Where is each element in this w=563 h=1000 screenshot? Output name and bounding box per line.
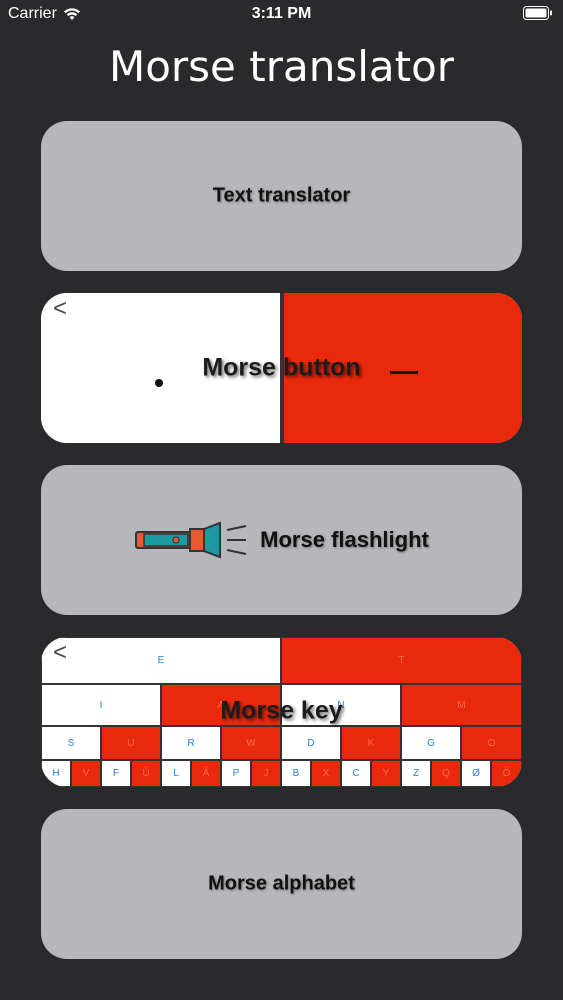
morse-button-button[interactable]: < Morse button: [41, 293, 522, 443]
key-cell: V: [71, 760, 101, 787]
page-title: Morse translator: [108, 42, 455, 91]
key-cell: Q: [431, 760, 461, 787]
morse-key-label: Morse key: [220, 696, 343, 724]
key-cell: C: [341, 760, 371, 787]
key-cell: B: [281, 760, 311, 787]
key-cell: J: [251, 760, 281, 787]
key-cell: Z: [401, 760, 431, 787]
key-cell: K: [341, 726, 401, 760]
morse-key-row-3: S U R W D K G O: [41, 726, 522, 760]
key-cell: Ü: [131, 760, 161, 787]
morse-key-button[interactable]: E T I A N M S U R W D K G O H V F Ü L Ä …: [41, 637, 522, 787]
key-cell: O: [461, 726, 522, 760]
morse-flashlight-label: Morse flashlight: [260, 527, 429, 552]
key-cell: G: [401, 726, 461, 760]
morse-key-row-1: E T: [41, 637, 522, 684]
back-chevron-icon: <: [53, 639, 68, 666]
key-cell: T: [281, 637, 522, 684]
key-cell: Ä: [191, 760, 221, 787]
key-cell: P: [221, 760, 251, 787]
morse-flashlight-button[interactable]: Morse flashlight: [41, 465, 522, 615]
morse-alphabet-label: Morse alphabet: [208, 872, 355, 895]
morse-alphabet-button[interactable]: Morse alphabet: [41, 809, 522, 959]
key-cell: U: [101, 726, 161, 760]
battery-icon: [523, 6, 553, 25]
key-cell: Ø: [461, 760, 491, 787]
text-translator-button[interactable]: Text translator: [41, 121, 522, 271]
key-cell: W: [221, 726, 281, 760]
key-cell: Ö: [491, 760, 522, 787]
key-cell: E: [41, 637, 281, 684]
key-cell: S: [41, 726, 101, 760]
flashlight-icon: [135, 521, 247, 559]
key-cell: Y: [371, 760, 401, 787]
text-translator-label: Text translator: [212, 184, 351, 207]
status-bar: Carrier 3:11 PM: [0, 0, 563, 30]
morse-key-row-4: H V F Ü L Ä P J B X C Y Z Q Ø Ö: [41, 760, 522, 787]
key-cell: H: [41, 760, 71, 787]
flashlight-row: Morse flashlight: [41, 520, 522, 560]
back-chevron-icon: <: [53, 295, 68, 322]
key-cell: F: [101, 760, 131, 787]
key-cell: D: [281, 726, 341, 760]
status-time: 3:11 PM: [251, 5, 312, 22]
morse-button-label: Morse button: [202, 353, 361, 382]
key-cell: L: [161, 760, 191, 787]
key-cell: R: [161, 726, 221, 760]
key-cell: X: [311, 760, 341, 787]
